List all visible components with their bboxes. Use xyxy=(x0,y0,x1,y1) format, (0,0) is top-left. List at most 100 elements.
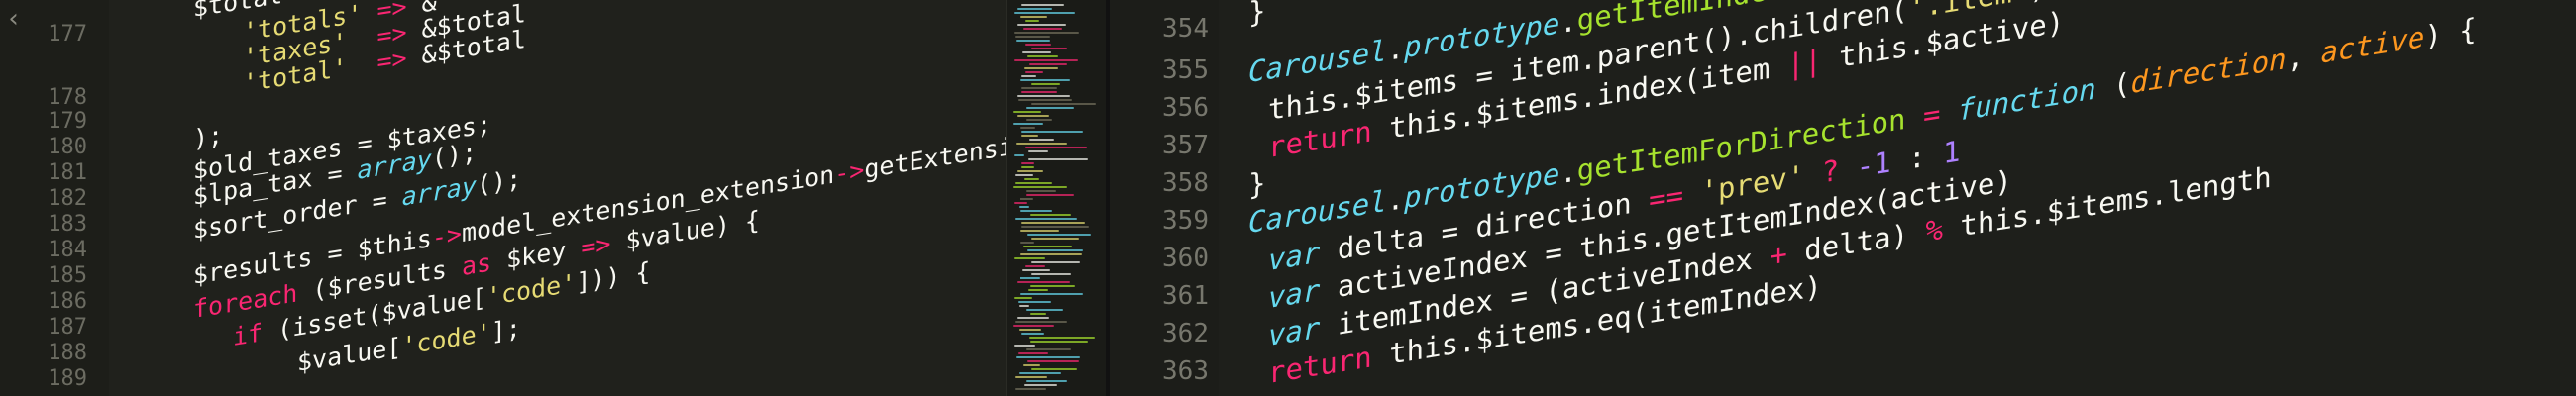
code-token: ) { xyxy=(2424,11,2477,53)
minimap-row xyxy=(1013,186,1067,188)
editor-pane-left[interactable]: ‹ 177 178 179 180 181 182 183 184 185 18… xyxy=(0,0,1110,396)
code-line[interactable]: } xyxy=(1248,0,1265,30)
minimap-row xyxy=(1019,372,1061,374)
minimap-row xyxy=(1020,230,1059,232)
minimap-row xyxy=(1026,190,1056,192)
minimap-row xyxy=(1021,75,1036,77)
code-token: if xyxy=(233,318,264,351)
minimap-row xyxy=(1020,210,1052,212)
editor-pane-right[interactable]: 354 355 356 357 358 359 360 361 362 363 … xyxy=(1110,0,2576,396)
code-token: . xyxy=(1559,3,1577,41)
code-area-right[interactable]: }Carousel.prototype.getItemIndex = funct… xyxy=(1110,0,2576,396)
minimap-row xyxy=(1021,222,1085,224)
minimap-row xyxy=(1018,301,1051,303)
minimap-row xyxy=(1027,249,1083,251)
minimap-row xyxy=(1021,333,1044,335)
minimap-row xyxy=(1031,83,1060,85)
minimap-row xyxy=(1017,95,1070,97)
code-token: } xyxy=(1248,0,1266,30)
minimap-row xyxy=(1027,234,1091,236)
minimap-row xyxy=(1030,341,1088,343)
code-token: -1 xyxy=(1856,145,1891,184)
code-token: 1 xyxy=(1943,134,1961,171)
code-token: . xyxy=(1386,31,1405,67)
minimap-row xyxy=(1026,119,1052,121)
minimap-row xyxy=(1020,198,1033,200)
minimap-row xyxy=(1017,115,1049,117)
minimap-left[interactable] xyxy=(1006,0,1106,396)
minimap-row xyxy=(1031,273,1071,275)
minimap-row xyxy=(1021,226,1089,228)
code-area-left[interactable]: $total= ...'totals' => &'taxes' => &$tot… xyxy=(0,0,1110,396)
minimap-row xyxy=(1019,206,1029,208)
code-token: -> xyxy=(834,154,865,189)
minimap-row xyxy=(1025,20,1039,22)
minimap-row xyxy=(1016,143,1067,145)
code-token: + xyxy=(1770,237,1787,273)
minimap-row xyxy=(1014,12,1075,14)
minimap-row xyxy=(1014,154,1024,156)
minimap-row xyxy=(1025,265,1045,267)
minimap-row xyxy=(1029,337,1095,339)
minimap-row xyxy=(1024,384,1057,386)
minimap-row xyxy=(1026,107,1074,109)
minimap-row xyxy=(1023,364,1040,366)
minimap-row xyxy=(1027,360,1079,362)
minimap-row xyxy=(1027,55,1058,57)
code-token: active xyxy=(2320,19,2425,70)
minimap-row xyxy=(1014,345,1035,346)
code-token: = xyxy=(1905,93,1958,136)
minimap-row xyxy=(1019,305,1029,307)
code-token: } xyxy=(1248,165,1266,202)
code-token: ]; xyxy=(490,313,521,347)
code-token: var xyxy=(1268,272,1321,315)
minimap-row xyxy=(1015,376,1047,378)
minimap-row xyxy=(1020,293,1083,295)
minimap-row xyxy=(1031,238,1079,240)
minimap-row xyxy=(1013,325,1054,327)
minimap-row xyxy=(1023,246,1072,248)
minimap-row xyxy=(1013,111,1041,113)
minimap-row xyxy=(1026,348,1071,350)
minimap-row xyxy=(1017,170,1043,172)
minimap-row xyxy=(1023,28,1062,30)
code-token: . xyxy=(1559,153,1577,191)
code-line[interactable]: ); xyxy=(193,120,223,153)
minimap-row xyxy=(1031,48,1067,50)
code-token: => xyxy=(581,229,611,263)
minimap-row xyxy=(1015,321,1067,323)
minimap-row xyxy=(1028,158,1088,160)
minimap-row xyxy=(1022,269,1050,271)
minimap-row xyxy=(1024,178,1039,180)
code-token: function xyxy=(1957,71,2096,128)
code-token: array xyxy=(401,170,477,212)
minimap-row xyxy=(1015,388,1046,390)
code-token: ); xyxy=(193,120,224,153)
code-line[interactable]: } xyxy=(1248,165,1265,202)
minimap-row xyxy=(1015,36,1050,38)
minimap-row xyxy=(1021,166,1034,168)
minimap-row xyxy=(1021,162,1034,164)
minimap-row xyxy=(1030,285,1075,287)
minimap-row xyxy=(1020,277,1040,279)
minimap-row xyxy=(1016,356,1080,358)
minimap-row xyxy=(1013,123,1043,125)
code-token: . xyxy=(1386,181,1405,218)
minimap-row xyxy=(1015,218,1077,220)
code-token: 'code' xyxy=(401,318,491,361)
minimap-row xyxy=(1020,242,1034,244)
code-token: var xyxy=(1268,235,1321,277)
minimap-row xyxy=(1014,59,1078,61)
minimap-row xyxy=(1025,71,1043,73)
code-token: ])) { xyxy=(576,256,651,298)
code-token: (); xyxy=(431,137,477,173)
minimap-row xyxy=(1021,131,1083,133)
minimap-row xyxy=(1022,51,1051,53)
code-token: -> xyxy=(431,219,462,252)
minimap-row xyxy=(1021,135,1038,137)
minimap-row xyxy=(1018,99,1072,101)
minimap-row xyxy=(1029,139,1054,141)
minimap-row xyxy=(1017,281,1070,283)
